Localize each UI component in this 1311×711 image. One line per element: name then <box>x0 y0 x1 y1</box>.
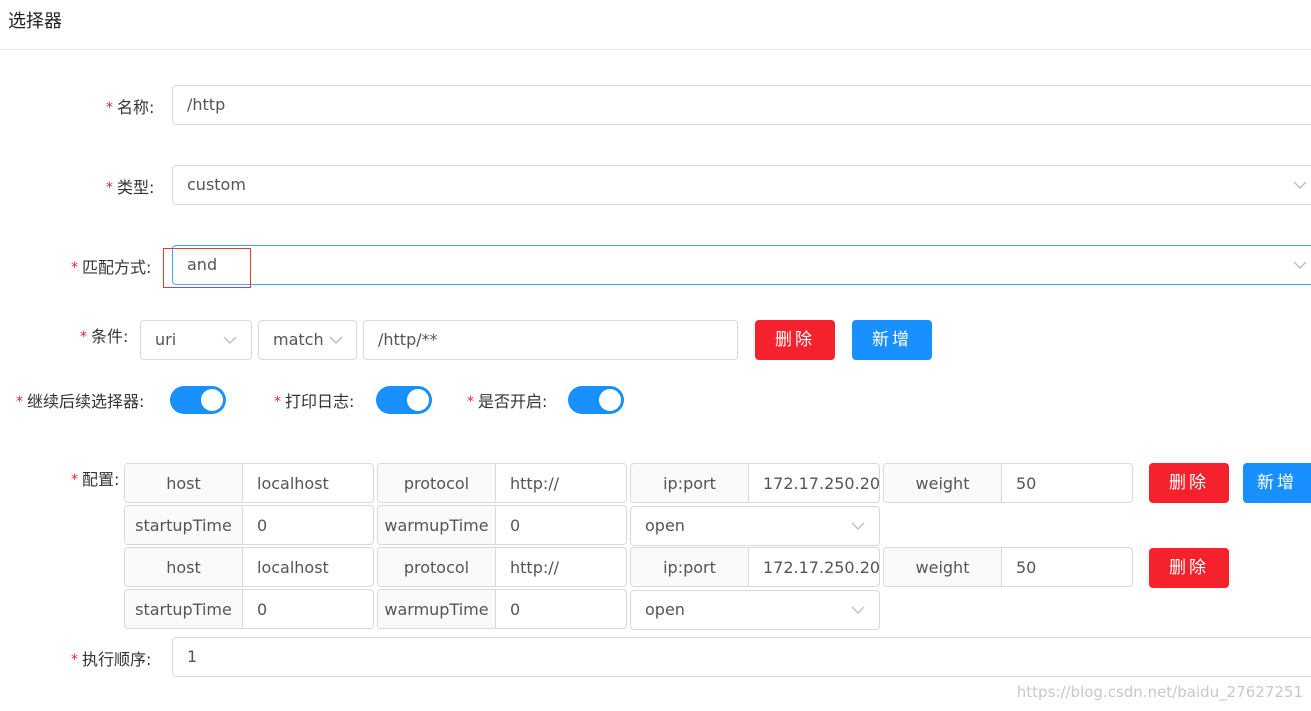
order-input[interactable]: 1 <box>172 637 1311 677</box>
config-weight-field[interactable]: weight 50 <box>883 463 1133 503</box>
ipport-value: 172.17.250.20 <box>763 473 879 493</box>
addon-label: ip:port <box>631 464 749 502</box>
addon-label: host <box>125 464 243 502</box>
config-host-field[interactable]: host localhost <box>124 463 374 503</box>
switch-knob <box>201 389 223 411</box>
continue-selector-switch[interactable] <box>170 386 226 414</box>
protocol-value: http:// <box>510 557 560 577</box>
chevron-down-icon <box>1293 246 1307 284</box>
condition-value-input[interactable]: /http/** <box>363 320 738 360</box>
addon-label: protocol <box>378 548 496 586</box>
config-delete-button[interactable]: 删除 <box>1149 548 1229 588</box>
condition-label: * 条件: <box>80 327 129 346</box>
page-title: 选择器 <box>8 11 62 32</box>
condition-add-button[interactable]: 新增 <box>852 320 932 360</box>
enabled-label: * 是否开启: <box>467 392 548 411</box>
required-mark: * <box>71 652 78 668</box>
warmup-value: 0 <box>510 599 521 619</box>
required-mark: * <box>106 180 113 196</box>
condition-operator-select[interactable]: match <box>258 320 357 360</box>
chevron-down-icon <box>851 591 865 629</box>
condition-param-select[interactable]: uri <box>140 320 252 360</box>
name-label: * 名称: <box>106 98 155 117</box>
enabled-switch[interactable] <box>568 386 624 414</box>
chevron-down-icon <box>851 507 865 545</box>
required-mark: * <box>71 472 78 488</box>
switch-knob <box>407 389 429 411</box>
config-warmup-field[interactable]: warmupTime 0 <box>377 505 627 545</box>
print-log-label: * 打印日志: <box>274 392 355 411</box>
required-mark: * <box>274 394 281 410</box>
chevron-down-icon <box>223 321 237 359</box>
startup-value: 0 <box>257 599 268 619</box>
weight-value: 50 <box>1016 473 1037 493</box>
config-delete-button[interactable]: 删除 <box>1149 463 1229 503</box>
title-divider <box>0 49 1311 50</box>
config-protocol-field[interactable]: protocol http:// <box>377 547 627 587</box>
config-ipport-field[interactable]: ip:port 172.17.250.20 <box>630 547 880 587</box>
match-mode-label: * 匹配方式: <box>71 258 152 277</box>
addon-label: weight <box>884 548 1002 586</box>
config-startup-field[interactable]: startupTime 0 <box>124 589 374 629</box>
required-mark: * <box>80 329 87 345</box>
addon-label: warmupTime <box>378 506 496 544</box>
config-weight-field[interactable]: weight 50 <box>883 547 1133 587</box>
continue-selector-label: * 继续后续选择器: <box>16 392 145 411</box>
host-value: localhost <box>257 473 329 493</box>
config-status-select[interactable]: open <box>630 590 880 630</box>
addon-label: weight <box>884 464 1002 502</box>
addon-label: warmupTime <box>378 590 496 628</box>
required-mark: * <box>71 260 78 276</box>
config-status-select[interactable]: open <box>630 506 880 546</box>
config-startup-field[interactable]: startupTime 0 <box>124 505 374 545</box>
addon-label: ip:port <box>631 548 749 586</box>
watermark: https://blog.csdn.net/baidu_27627251 <box>1016 683 1303 701</box>
addon-label: startupTime <box>125 590 243 628</box>
required-mark: * <box>106 100 113 116</box>
condition-delete-button[interactable]: 删除 <box>755 320 835 360</box>
chevron-down-icon <box>1293 166 1307 204</box>
name-input[interactable]: /http <box>172 85 1311 125</box>
startup-value: 0 <box>257 515 268 535</box>
order-label: * 执行顺序: <box>71 650 152 669</box>
protocol-value: http:// <box>510 473 560 493</box>
config-ipport-field[interactable]: ip:port 172.17.250.20 <box>630 463 880 503</box>
addon-label: host <box>125 548 243 586</box>
config-warmup-field[interactable]: warmupTime 0 <box>377 589 627 629</box>
ipport-value: 172.17.250.20 <box>763 557 879 577</box>
config-host-field[interactable]: host localhost <box>124 547 374 587</box>
type-label: * 类型: <box>106 178 155 197</box>
required-mark: * <box>16 394 23 410</box>
switch-knob <box>599 389 621 411</box>
config-protocol-field[interactable]: protocol http:// <box>377 463 627 503</box>
addon-label: protocol <box>378 464 496 502</box>
warmup-value: 0 <box>510 515 521 535</box>
type-select[interactable]: custom <box>172 165 1311 205</box>
weight-value: 50 <box>1016 557 1037 577</box>
addon-label: startupTime <box>125 506 243 544</box>
config-label: * 配置: <box>71 470 120 489</box>
host-value: localhost <box>257 557 329 577</box>
required-mark: * <box>467 394 474 410</box>
config-add-button[interactable]: 新增 <box>1243 463 1311 503</box>
print-log-switch[interactable] <box>376 386 432 414</box>
chevron-down-icon <box>329 321 343 359</box>
match-mode-select[interactable]: and <box>172 245 1311 285</box>
